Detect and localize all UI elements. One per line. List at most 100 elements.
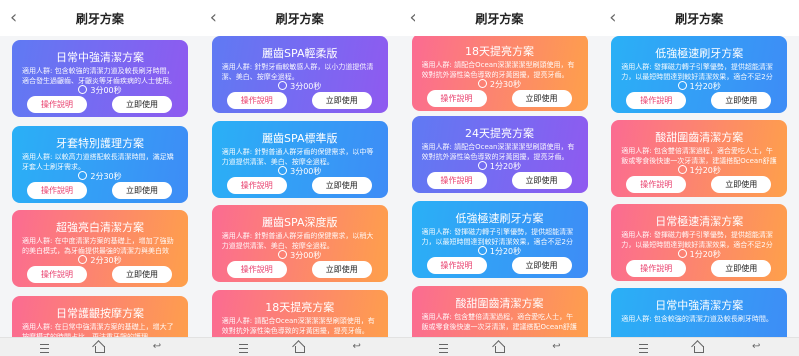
clock-icon [477, 79, 487, 88]
home-icon[interactable] [494, 341, 506, 353]
duration-text: 3分00秒 [290, 82, 322, 91]
plan-card: 酸甜圍齒清潔方案適用人群: 包含雙倍清潔過程，適合愛吃人士，午飯或零食後快速一次… [611, 120, 788, 197]
clock-icon [477, 246, 487, 255]
back-arrow-icon[interactable]: ‹ [609, 8, 623, 28]
plan-description: 適用人群: 請配合Ocean深潔潔潔型刷頭使用，有效對抗外源性染色導致的牙黃困擾… [421, 61, 575, 79]
home-shape [694, 346, 705, 353]
plan-description: 適用人群: 以較高力道搭配較長清潔時間，滿足矯牙套人士刷牙需求。 [22, 153, 174, 171]
use-now-button[interactable]: 立即使用 [311, 92, 372, 109]
plan-description: 適用人群: 請配合Ocean深潔潔潔型刷頭使用，有效對抗外源性染色導致的牙黃困擾… [421, 143, 575, 161]
instructions-button[interactable]: 操作說明 [226, 177, 287, 194]
use-now-button[interactable]: 立即使用 [711, 260, 772, 277]
plan-card: 超強亮白清潔方案 適用人群: 在中度清潔方案的基礎上，增加了強勁的美白模式，為牙齒… [12, 210, 188, 287]
plan-card: 18天提亮方案 適用人群: 請配合Ocean深潔潔潔型刷頭使用，有效對抗外源性染色… [411, 36, 588, 111]
clock-icon [78, 85, 88, 94]
plan-description: 適用人群: 發揮磁力轉子引擎優勢，提供超能清潔力，以最短時間達到較好清潔效果，適… [621, 63, 773, 81]
plan-description: 適用人群: 包含雙倍清潔過程，適合愛吃人士，午飯或零食後快速一次牙清潔，建議搭配… [621, 147, 777, 165]
plan-card: 麗齒SPA標準版 適用人群: 針對普通人群牙齒的保健需求，以中等力道提供清潔、美白… [211, 121, 388, 198]
plan-duration: 3分00秒 [212, 81, 388, 92]
plan-description: 適用人群: 包含較強的清潔力道及較長刷牙時間。 [621, 315, 773, 323]
use-now-button[interactable]: 立即使用 [511, 257, 572, 274]
instructions-button[interactable]: 操作說明 [426, 172, 487, 189]
plan-list: 日常中強清潔方案 適用人群: 包含較強的清潔力道及較長刷牙時間，適合發生過齦齒、牙… [0, 36, 200, 337]
plan-duration: 3分00秒 [12, 85, 188, 96]
back-icon[interactable]: ↩ [151, 341, 163, 353]
duration-text: 2分30秒 [90, 172, 122, 181]
plan-duration: 1分20秒 [611, 249, 787, 260]
plan-card: 酸甜圍齒清潔方案 適用人群: 包含雙倍清潔過程，適合愛吃人士，午飯或零食後快速一次… [411, 286, 588, 337]
plan-title: 18天提亮方案 [265, 301, 335, 314]
plan-title: 麗齒SPA輕柔版 [262, 47, 338, 60]
back-arrow-icon[interactable]: ‹ [210, 8, 224, 28]
back-arrow-icon[interactable]: ‹ [10, 8, 24, 28]
phone-screen: ‹ 刷牙方案 18天提亮方案 適用人群: 請配合Ocean深潔潔潔型刷頭使用，有效對抗… [399, 0, 600, 337]
clock-icon [278, 81, 288, 90]
instructions-button[interactable]: 操作說明 [27, 266, 87, 283]
instructions-button[interactable]: 操作說明 [226, 92, 287, 109]
clock-icon [78, 255, 88, 264]
plan-card: 日常護齦按摩方案 適用人群: 在日常中強清潔方案的基礎上，增大了按摩模式的時間占比… [12, 296, 188, 337]
plan-title: 酸甜圍齒清潔方案 [655, 131, 744, 144]
menu-icon[interactable] [637, 341, 649, 353]
menu-icon[interactable] [38, 341, 50, 353]
plan-card: 18天提亮方案適用人群: 請配合Ocean深潔潔潔型刷頭使用，有效對抗外源性染色… [211, 290, 388, 337]
menu-lines-shape [39, 344, 49, 353]
use-now-button[interactable]: 立即使用 [511, 172, 572, 189]
back-icon[interactable]: ↩ [551, 341, 563, 353]
use-now-button[interactable]: 立即使用 [311, 177, 372, 194]
plan-card: 24天提亮方案 適用人群: 請配合Ocean深潔潔潔型刷頭使用，有效對抗外源性染色… [411, 116, 588, 193]
plan-description: 適用人群: 請配合Ocean深潔潔潔型刷頭使用，有效對抗外源性染色導致的牙黃困擾… [221, 317, 375, 335]
use-now-button[interactable]: 立即使用 [112, 266, 172, 283]
back-icon[interactable]: ↩ [351, 341, 363, 353]
clock-icon [278, 250, 288, 259]
plan-duration: 2分30秒 [12, 255, 188, 266]
plan-title: 麗齒SPA深度版 [262, 216, 338, 229]
plan-duration: 3分00秒 [212, 166, 388, 177]
plan-description: 適用人群: 針對牙齒較敏感人群，以小力道提供清潔、美白、按摩全過程。 [221, 63, 374, 81]
app-header: ‹ 刷牙方案 [199, 0, 400, 36]
nav-button-group: ↩ [599, 338, 799, 356]
instructions-button[interactable]: 操作說明 [626, 176, 687, 193]
menu-icon[interactable] [438, 341, 450, 353]
use-now-button[interactable]: 立即使用 [711, 176, 772, 193]
page-title: 刷牙方案 [75, 11, 124, 26]
plan-description: 適用人群: 針對普通人群牙齒的保健需求，以稍大力道提供清潔、美白、按摩全過程。 [221, 232, 374, 250]
menu-icon[interactable] [238, 341, 250, 353]
home-icon[interactable] [94, 341, 106, 353]
instructions-button[interactable]: 操作說明 [426, 257, 487, 274]
menu-lines-shape [439, 344, 448, 353]
back-icon[interactable]: ↩ [750, 341, 762, 353]
phone-screen: ‹ 刷牙方案日常中強清潔方案 適用人群: 包含較強的清潔力道及較長刷牙時間，適合發生… [0, 0, 200, 337]
plan-card: 低強極速刷牙方案 適用人群: 發揮磁力轉子引擎優勢，提供超能清潔力，以最短時間達到… [611, 36, 788, 113]
home-icon[interactable] [294, 341, 306, 353]
instructions-button[interactable]: 操作說明 [27, 96, 87, 113]
app-header: ‹ 刷牙方案 [399, 0, 600, 36]
use-now-button[interactable]: 立即使用 [711, 92, 772, 109]
use-now-button[interactable]: 立即使用 [511, 90, 572, 107]
duration-text: 2分30秒 [489, 80, 522, 89]
instructions-button[interactable]: 操作說明 [426, 90, 487, 107]
nav-button-group: ↩ [200, 338, 400, 356]
plan-duration: 1分20秒 [412, 161, 588, 172]
menu-lines-shape [239, 344, 249, 353]
plan-card: 低強極速刷牙方案 適用人群: 發揮磁力轉子引擎優勢，提供超能清潔力，以最短時間達到… [411, 201, 588, 278]
app-header: ‹ 刷牙方案 [599, 0, 799, 36]
use-now-button[interactable]: 立即使用 [112, 182, 172, 199]
plan-duration: 2分30秒 [412, 79, 588, 90]
system-nav-bar: ↩ ↩ ↩ ↩ [0, 337, 799, 356]
instructions-button[interactable]: 操作說明 [626, 92, 687, 109]
plan-card: 牙套特別護理方案 適用人群: 以較高力道搭配較長清潔時間，滿足矯牙套人士刷牙需求。… [12, 126, 188, 203]
plan-card: 日常中強清潔方案 適用人群: 包含較強的清潔力道及較長刷牙時間。 [611, 288, 788, 337]
back-arrow-icon[interactable]: ‹ [410, 8, 424, 28]
instructions-button[interactable]: 操作說明 [27, 182, 87, 199]
plan-card: 日常極速清潔方案 適用人群: 發揮磁力轉子引擎優勢，提供超能清潔力，以最短時間達到… [611, 204, 788, 281]
instructions-button[interactable]: 操作說明 [626, 260, 687, 277]
instructions-button[interactable]: 操作說明 [226, 261, 287, 278]
plan-list: 低強極速刷牙方案 適用人群: 發揮磁力轉子引擎優勢，提供超能清潔力，以最短時間達到… [599, 36, 799, 337]
use-now-button[interactable]: 立即使用 [311, 261, 372, 278]
home-icon[interactable] [693, 341, 705, 353]
use-now-button[interactable]: 立即使用 [112, 96, 172, 113]
plan-duration: 3分00秒 [212, 250, 388, 261]
phone-screen: ‹ 刷牙方案麗齒SPA輕柔版適用人群: 針對牙齒較敏感人群，以小力道提供清潔、美白… [199, 0, 400, 337]
plan-description: 適用人群: 發揮磁力轉子引擎優勢，提供超能清潔力，以最短時間達到較好清潔效果，適… [421, 228, 574, 246]
